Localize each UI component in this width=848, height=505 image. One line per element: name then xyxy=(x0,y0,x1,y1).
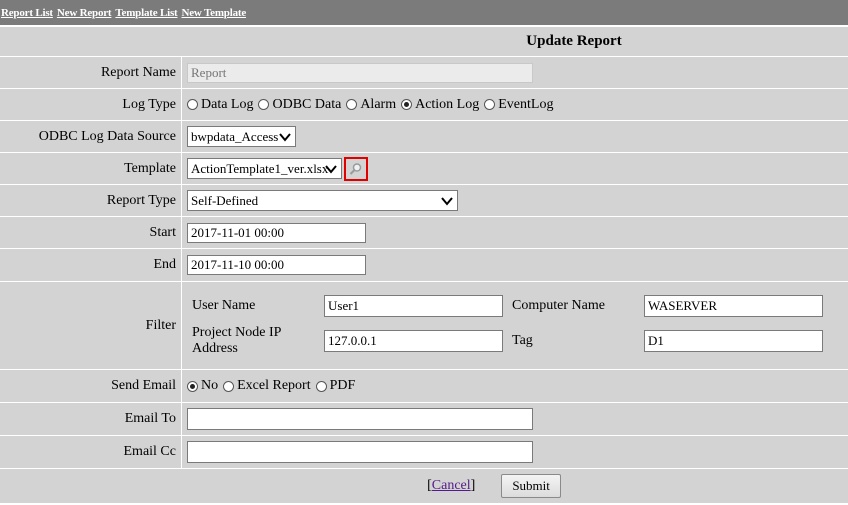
email-to-label: Email To xyxy=(0,403,182,435)
radio-label: PDF xyxy=(329,378,356,393)
radio-label: Excel Report xyxy=(237,378,311,393)
report-name-label: Report Name xyxy=(0,57,182,88)
form-actions: [ Cancel ] Submit xyxy=(0,469,848,503)
template-label: Template xyxy=(0,153,182,184)
project-node-ip-input[interactable] xyxy=(324,329,503,352)
tag-input[interactable] xyxy=(644,329,823,352)
row-odbc-source: ODBC Log Data Source bwpdata_Access xyxy=(0,121,848,153)
template-select[interactable]: ActionTemplate1_ver.xlsx xyxy=(187,158,342,179)
tag-label: Tag xyxy=(512,332,533,348)
radio-dot xyxy=(315,380,327,392)
end-label: End xyxy=(0,249,182,281)
radio-dot-selected xyxy=(187,380,198,392)
filter-grid: User Name Computer Name Project Node IP … xyxy=(192,287,832,365)
chevron-down-icon xyxy=(325,165,337,174)
start-input[interactable] xyxy=(187,222,366,243)
send-email-label: Send Email xyxy=(0,370,182,402)
log-type-radio-data-log[interactable]: Data Log xyxy=(187,97,253,113)
radio-label: Data Log xyxy=(201,96,254,112)
computer-name-label: Computer Name xyxy=(512,297,605,313)
row-email-cc: Email Cc xyxy=(0,436,848,469)
nav-link-report-list[interactable]: Report List xyxy=(1,7,53,19)
update-report-form: Update Report Report Name Log Type Data … xyxy=(0,27,848,503)
row-report-name: Report Name xyxy=(0,57,848,89)
log-type-radio-eventlog[interactable]: EventLog xyxy=(484,97,553,113)
row-log-type: Log Type Data Log ODBC Data Alarm Action… xyxy=(0,89,848,121)
row-email-to: Email To xyxy=(0,403,848,436)
magnifier-icon xyxy=(349,162,362,175)
template-lookup-button[interactable] xyxy=(344,156,368,181)
filter-label: Filter xyxy=(0,282,182,369)
project-node-ip-label: Project Node IP Address xyxy=(192,324,281,356)
radio-dot xyxy=(258,99,270,110)
cancel-link[interactable]: Cancel xyxy=(432,478,471,494)
send-email-radio-excel-report[interactable]: Excel Report xyxy=(223,378,311,394)
end-input[interactable] xyxy=(187,255,366,275)
cancel-bracket-close: ] xyxy=(470,478,476,493)
row-report-type: Report Type Self-Defined xyxy=(0,185,848,217)
chevron-down-icon xyxy=(279,133,291,142)
send-email-radio-pdf[interactable]: PDF xyxy=(315,378,356,394)
log-type-radio-action-log[interactable]: Action Log xyxy=(401,97,479,113)
user-name-input[interactable] xyxy=(324,294,503,317)
log-type-radio-alarm[interactable]: Alarm xyxy=(346,97,396,113)
email-to-input[interactable] xyxy=(187,408,533,430)
odbc-source-label: ODBC Log Data Source xyxy=(0,121,182,152)
send-email-radio-no[interactable]: No xyxy=(187,378,218,394)
submit-button[interactable]: Submit xyxy=(501,474,561,498)
computer-name-input[interactable] xyxy=(644,294,823,317)
radio-dot xyxy=(346,99,358,110)
report-type-label: Report Type xyxy=(0,185,182,216)
page-title: Update Report xyxy=(0,27,848,57)
row-template: Template ActionTemplate1_ver.xlsx xyxy=(0,153,848,185)
start-label: Start xyxy=(0,217,182,248)
radio-label: Action Log xyxy=(415,96,480,112)
log-type-radio-odbc-data[interactable]: ODBC Data xyxy=(258,97,341,113)
radio-dot xyxy=(484,99,496,110)
nav-link-new-template[interactable]: New Template xyxy=(182,7,247,19)
select-value: bwpdata_Access xyxy=(191,128,279,144)
top-nav-bar: Report List New Report Template List New… xyxy=(0,0,848,26)
row-end: End xyxy=(0,249,848,282)
log-type-label: Log Type xyxy=(0,89,182,120)
report-name-input[interactable] xyxy=(187,62,533,83)
report-type-select[interactable]: Self-Defined xyxy=(187,190,458,211)
radio-dot xyxy=(223,380,235,392)
radio-label: ODBC Data xyxy=(272,96,342,112)
email-cc-label: Email Cc xyxy=(0,436,182,468)
radio-label: Alarm xyxy=(360,96,397,112)
user-name-label: User Name xyxy=(192,297,256,313)
radio-label: No xyxy=(201,378,219,393)
odbc-source-select[interactable]: bwpdata_Access xyxy=(187,126,296,147)
chevron-down-icon xyxy=(441,197,453,206)
select-value: ActionTemplate1_ver.xlsx xyxy=(191,160,329,176)
nav-link-template-list[interactable]: Template List xyxy=(115,7,177,19)
row-start: Start xyxy=(0,217,848,249)
select-value: Self-Defined xyxy=(191,192,259,208)
radio-dot xyxy=(187,99,198,110)
radio-label: EventLog xyxy=(498,96,554,112)
row-send-email: Send Email No Excel Report PDF xyxy=(0,370,848,403)
email-cc-input[interactable] xyxy=(187,441,533,463)
row-filter: Filter User Name Computer Name Project N… xyxy=(0,282,848,370)
radio-dot-selected xyxy=(401,99,413,110)
nav-link-new-report[interactable]: New Report xyxy=(57,7,112,19)
